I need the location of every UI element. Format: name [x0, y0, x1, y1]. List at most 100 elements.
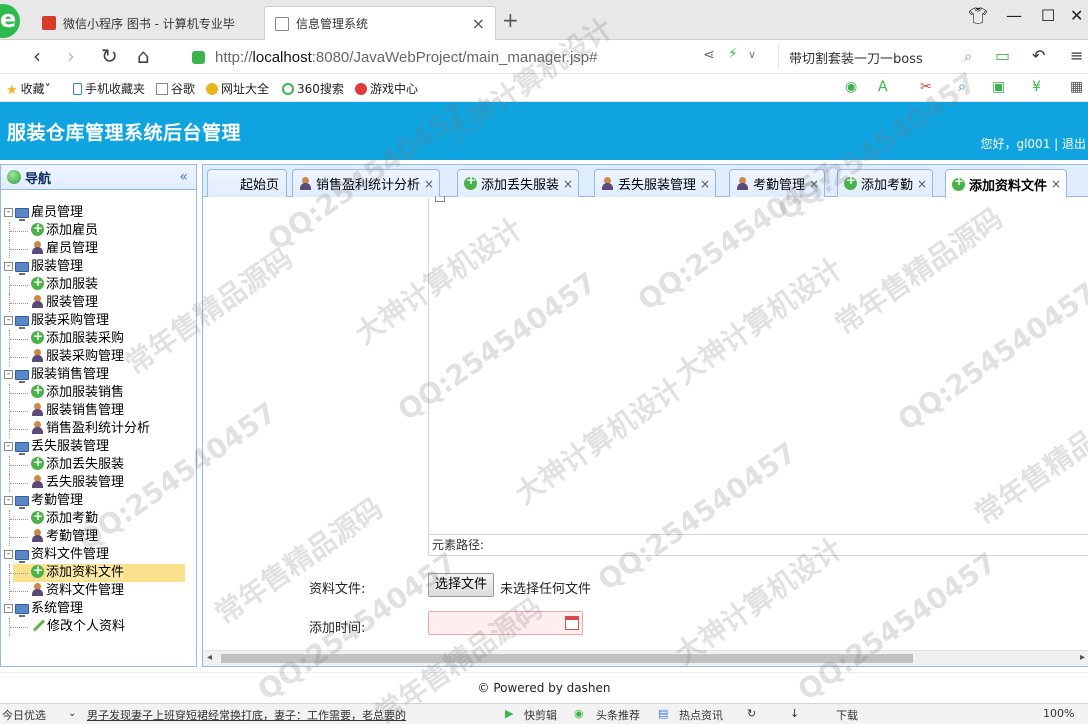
tab-home[interactable]: 起始页: [207, 169, 287, 197]
home-icon[interactable]: ⌂: [137, 44, 150, 68]
collapse-toggle-icon[interactable]: -: [4, 316, 13, 325]
share-icon[interactable]: ⋖: [703, 47, 715, 63]
tree-item-employee-manage[interactable]: 雇员管理: [1, 240, 196, 258]
tree-item-add-sale[interactable]: 添加服装销售: [1, 381, 196, 402]
collapse-toggle-icon[interactable]: -: [4, 370, 13, 379]
search-icon[interactable]: ⌕: [958, 79, 966, 95]
tab-attendance-manage[interactable]: 考勤管理 ×: [729, 169, 826, 197]
close-icon[interactable]: ×: [917, 177, 927, 191]
bookmark-favorites[interactable]: ★ 收藏 ˅: [6, 80, 51, 98]
chevron-down-icon[interactable]: ∨: [748, 48, 756, 61]
close-icon[interactable]: ×: [700, 177, 710, 191]
bookmark-games[interactable]: 游戏中心: [355, 80, 418, 97]
browser-tab-2[interactable]: 信息管理系统 ×: [264, 6, 496, 40]
scrollbar-thumb[interactable]: [221, 654, 913, 663]
tab-add-attendance[interactable]: 添加考勤×: [837, 169, 934, 197]
tree-group-employee[interactable]: - 雇员管理: [1, 204, 196, 222]
currency-icon[interactable]: ¥: [1032, 79, 1041, 95]
tree-item-add-lost[interactable]: 添加丢失服装: [1, 453, 196, 474]
scroll-right-icon[interactable]: ▸: [1080, 652, 1085, 663]
news-ticker-link[interactable]: 男子发现妻子上班穿短裙经常换打底，妻子：工作需要，老总要的: [87, 707, 406, 723]
url-input[interactable]: http://localhost:8080/JavaWebProject/mai…: [192, 44, 692, 70]
bookmark-360[interactable]: 360搜索: [282, 80, 344, 97]
close-tab-icon[interactable]: ×: [472, 14, 485, 33]
tree-item-edit-profile[interactable]: 修改个人资料: [1, 618, 196, 636]
translate-icon[interactable]: A: [878, 79, 888, 95]
gamepad-icon[interactable]: ▣: [992, 79, 1005, 95]
close-icon[interactable]: ×: [1051, 177, 1061, 191]
close-icon[interactable]: ×: [563, 177, 573, 191]
status-today[interactable]: 今日优选: [2, 707, 46, 723]
tree-item-add-file[interactable]: 添加资料文件: [1, 561, 196, 582]
refresh-icon[interactable]: ↻: [747, 707, 756, 720]
battery-icon[interactable]: ▭: [995, 46, 1010, 65]
tree-group-sales[interactable]: - 服装销售管理: [1, 366, 196, 384]
tree-item-purchase-manage[interactable]: 服装采购管理: [1, 348, 196, 366]
bookmark-google[interactable]: 谷歌: [156, 80, 195, 97]
rich-text-editor[interactable]: [428, 196, 1088, 556]
tree-group-purchase[interactable]: - 服装采购管理: [1, 312, 196, 330]
collapse-toggle-icon[interactable]: -: [4, 208, 13, 217]
collapse-toggle-icon[interactable]: -: [4, 442, 13, 451]
choose-file-button[interactable]: 选择文件: [428, 573, 495, 597]
status-headline[interactable]: 头条推荐: [596, 707, 640, 723]
horizontal-scrollbar[interactable]: ◂ ▸: [203, 650, 1088, 666]
tree-item-clothing-manage[interactable]: 服装管理: [1, 294, 196, 312]
tree-item-file-manage[interactable]: 资料文件管理: [1, 582, 196, 600]
apps-icon[interactable]: ▦: [1070, 79, 1083, 95]
tree-group-clothing[interactable]: - 服装管理: [1, 258, 196, 276]
tree-item-add-employee[interactable]: 添加雇员: [1, 219, 196, 240]
status-zoom[interactable]: 100%: [1043, 707, 1074, 720]
calendar-icon[interactable]: [565, 616, 579, 630]
user-logout-link[interactable]: 您好，gl001 | 退出: [980, 135, 1086, 152]
collapse-icon[interactable]: «: [179, 169, 188, 185]
tab-lost-manage[interactable]: 丢失服装管理 ×: [594, 169, 717, 197]
tree-item-add-attendance[interactable]: 添加考勤: [1, 507, 196, 528]
collapse-toggle-icon[interactable]: -: [4, 604, 13, 613]
minimize-icon[interactable]: —: [1006, 6, 1022, 25]
wechat-icon[interactable]: ◉: [845, 79, 857, 95]
tab-profit-analysis[interactable]: 销售盈利统计分析 ×: [292, 169, 441, 197]
shirt-icon[interactable]: 👕︎: [968, 6, 988, 25]
add-icon: [31, 219, 44, 237]
status-clip[interactable]: 快剪辑: [524, 707, 557, 723]
collapse-toggle-icon[interactable]: -: [4, 496, 13, 505]
tree-item-lost-manage[interactable]: 丢失服装管理: [1, 474, 196, 492]
close-window-icon[interactable]: ✕: [1070, 6, 1083, 25]
forward-icon[interactable]: ›: [67, 44, 75, 68]
search-input[interactable]: 带切割套装一刀一boss ⌕: [778, 44, 978, 70]
bookmark-mobile[interactable]: 手机收藏夹: [73, 80, 145, 97]
search-icon[interactable]: ⌕: [964, 49, 972, 65]
tree-item-add-clothing[interactable]: 添加服装: [1, 273, 196, 294]
tree-item-profit-analysis[interactable]: 销售盈利统计分析: [1, 420, 196, 438]
scissors-icon[interactable]: ✂: [920, 79, 932, 95]
tree-item-attendance-manage[interactable]: 考勤管理: [1, 528, 196, 546]
close-icon[interactable]: ×: [424, 177, 434, 191]
add-time-input[interactable]: [428, 611, 583, 635]
back-icon[interactable]: ‹: [33, 44, 41, 68]
tree-group-files[interactable]: - 资料文件管理: [1, 546, 196, 564]
new-tab-button[interactable]: +: [502, 8, 519, 32]
status-download[interactable]: 下载: [836, 707, 858, 723]
lightning-icon[interactable]: ⚡︎: [728, 46, 738, 62]
tree-group-system[interactable]: - 系统管理: [1, 600, 196, 618]
status-hot[interactable]: 热点资讯: [679, 707, 723, 723]
maximize-icon[interactable]: ☐: [1041, 6, 1055, 25]
tree-item-add-purchase[interactable]: 添加服装采购: [1, 327, 196, 348]
tab-add-file[interactable]: 添加资料文件×: [945, 169, 1068, 198]
close-icon[interactable]: ×: [809, 177, 819, 191]
scroll-left-icon[interactable]: ◂: [207, 652, 212, 663]
reload-icon[interactable]: ↻: [101, 44, 118, 68]
collapse-toggle-icon[interactable]: -: [4, 262, 13, 271]
collapse-icon[interactable]: ⌄: [68, 708, 76, 719]
browser-tab-1[interactable]: 微信小程序 图书 - 计算机专业毕: [32, 6, 262, 40]
download-icon[interactable]: ↓: [790, 707, 799, 720]
menu-icon[interactable]: ≡: [1070, 46, 1083, 65]
collapse-toggle-icon[interactable]: -: [4, 550, 13, 559]
tree-group-attendance[interactable]: - 考勤管理: [1, 492, 196, 510]
tree-group-lost[interactable]: - 丢失服装管理: [1, 438, 196, 456]
tab-add-lost[interactable]: 添加丢失服装×: [457, 169, 580, 197]
undo-icon[interactable]: ↶: [1032, 46, 1045, 65]
tree-item-sales-manage[interactable]: 服装销售管理: [1, 402, 196, 420]
bookmark-hao123[interactable]: 网址大全: [206, 80, 269, 97]
